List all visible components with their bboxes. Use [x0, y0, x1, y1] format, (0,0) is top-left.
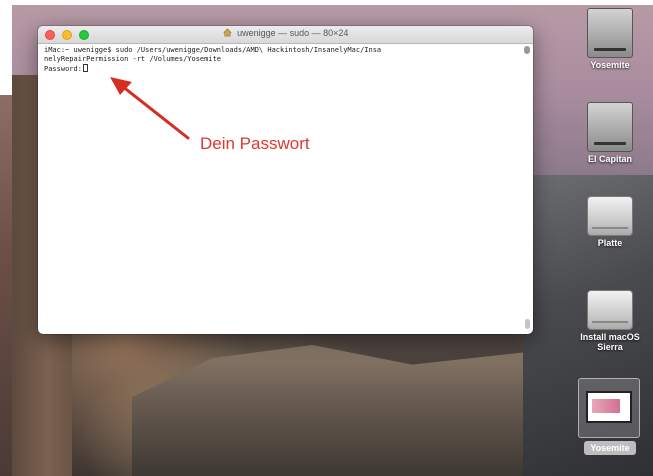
desktop-volume-yosemite[interactable]: Yosemite — [570, 8, 650, 70]
password-prompt: Password: — [44, 65, 82, 73]
hard-drive-icon — [587, 8, 633, 58]
scrollbar-thumb[interactable] — [525, 319, 530, 329]
desktop-icon-label: El Capitan — [587, 154, 632, 164]
window-title-text: uwenigge — sudo — 80×24 — [237, 28, 349, 38]
annotation-arrow — [110, 77, 190, 140]
desktop-icon-label-selected[interactable]: Yosemite — [584, 441, 636, 455]
background-window-edge — [0, 95, 12, 476]
desktop-item-yosemite-screenshot[interactable] — [578, 378, 640, 438]
home-folder-icon — [222, 28, 232, 37]
desktop-icon-label: Platte — [597, 238, 623, 248]
desktop-volume-el-capitan[interactable]: El Capitan — [570, 102, 650, 164]
external-drive-icon — [587, 196, 633, 236]
desktop-icon-label: Yosemite — [590, 60, 630, 70]
window-titlebar[interactable]: uwenigge — sudo — 80×24 — [38, 26, 533, 44]
desktop-icon-label: Install macOS Sierra — [580, 332, 640, 352]
external-drive-icon — [587, 290, 633, 330]
desktop-volume-install-macos-sierra[interactable]: Install macOS Sierra — [570, 290, 650, 352]
hard-drive-icon — [587, 102, 633, 152]
terminal-line: nelyRepairPermission -rt /Volumes/Yosemi… — [44, 55, 222, 63]
screenshot-thumbnail-icon — [586, 391, 632, 423]
scroll-indicator[interactable] — [524, 46, 530, 54]
desktop-volume-platte[interactable]: Platte — [570, 196, 650, 248]
text-cursor — [82, 64, 88, 72]
wallpaper-rock — [132, 345, 532, 476]
annotation-label: Dein Passwort — [200, 134, 310, 153]
terminal-line: iMac:~ uwenigge$ sudo /Users/uwenigge/Do… — [44, 46, 382, 54]
window-title: uwenigge — sudo — 80×24 — [38, 28, 533, 38]
